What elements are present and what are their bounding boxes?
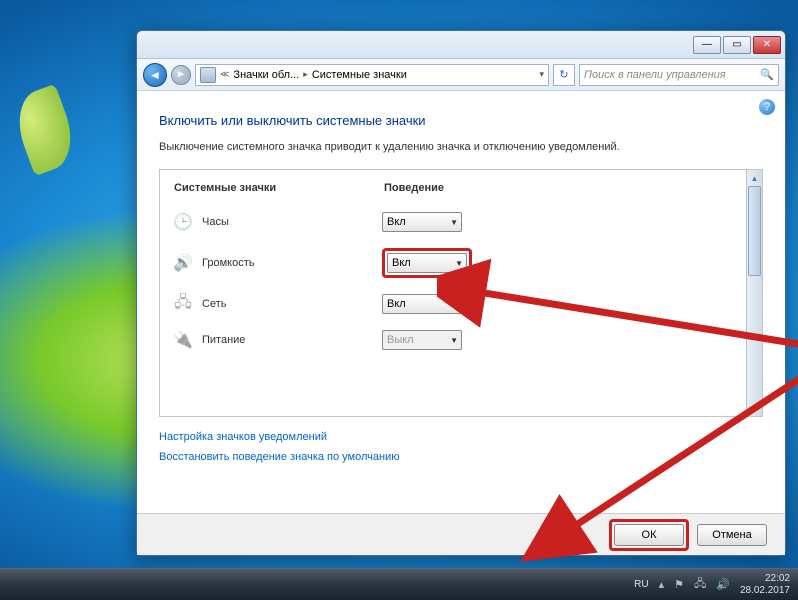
search-input[interactable]: Поиск в панели управления 🔍 [579, 64, 779, 86]
header-systemicons: Системные значки [174, 182, 384, 194]
label-clock: Часы [202, 216, 382, 228]
chevron-down-icon: ▼ [455, 259, 463, 268]
cursor-icon: ➤ [565, 534, 577, 551]
tray-chevron-icon[interactable]: ▴ [659, 578, 665, 591]
taskbar[interactable]: RU ▴ ⚑ 🖧 🔊 22:02 28.02.2017 [0, 568, 798, 600]
minimize-button[interactable]: — [693, 36, 721, 54]
combo-power: Выкл ▼ [382, 330, 462, 350]
monitor-icon [200, 67, 216, 83]
row-power: 🔌 Питание Выкл ▼ [174, 322, 732, 358]
search-icon: 🔍 [760, 68, 774, 81]
help-icon[interactable]: ? [759, 99, 775, 115]
icons-panel: Системные значки Поведение 🕒 Часы Вкл ▼ … [159, 169, 763, 417]
row-volume: 🔊 Громкость Вкл ▼ [174, 240, 732, 286]
scroll-thumb[interactable] [748, 186, 761, 276]
clock-icon: 🕒 [174, 213, 192, 231]
row-network: 🖧 Сеть Вкл ▼ [174, 286, 732, 322]
scrollbar[interactable]: ▲ ▼ [746, 170, 762, 416]
chevron-down-icon[interactable]: ▾ [539, 69, 544, 80]
close-button[interactable]: ✕ [753, 36, 781, 54]
header-behavior: Поведение [384, 182, 444, 194]
refresh-button[interactable]: ↻ [553, 64, 575, 86]
control-panel-window: — ▭ ✕ ◄ ► ≪ Значки обл... ▸ Системные зн… [136, 30, 786, 556]
link-customize[interactable]: Настройка значков уведомлений [159, 431, 763, 443]
search-placeholder: Поиск в панели управления [584, 69, 726, 81]
highlight-ok: ОК [609, 519, 689, 551]
network-icon: 🖧 [174, 295, 192, 313]
label-network: Сеть [202, 298, 382, 310]
content-area: ? Включить или выключить системные значк… [137, 91, 785, 513]
chevron-down-icon: ▼ [450, 336, 458, 345]
scroll-down-icon[interactable]: ▼ [747, 400, 762, 416]
table-header: Системные значки Поведение [174, 178, 732, 204]
combo-volume[interactable]: Вкл ▼ [387, 253, 467, 273]
language-indicator[interactable]: RU [634, 579, 648, 590]
scroll-up-icon[interactable]: ▲ [747, 170, 762, 186]
wallpaper-leaf [8, 84, 82, 176]
link-restore[interactable]: Восстановить поведение значка по умолчан… [159, 451, 763, 463]
combo-network[interactable]: Вкл ▼ [382, 294, 462, 314]
page-description: Выключение системного значка приводит к … [159, 140, 763, 155]
clock-time: 22:02 [740, 573, 790, 585]
nav-forward-button[interactable]: ► [171, 65, 191, 85]
volume-icon: 🔊 [174, 254, 192, 272]
breadcrumb[interactable]: ≪ Значки обл... ▸ Системные значки ▾ [195, 64, 549, 86]
maximize-button[interactable]: ▭ [723, 36, 751, 54]
ok-button[interactable]: ОК [614, 524, 684, 546]
label-volume: Громкость [202, 257, 382, 269]
navbar: ◄ ► ≪ Значки обл... ▸ Системные значки ▾… [137, 59, 785, 91]
breadcrumb-item[interactable]: Значки обл... [233, 69, 299, 81]
clock-date: 28.02.2017 [740, 585, 790, 597]
power-icon: 🔌 [174, 331, 192, 349]
page-title: Включить или выключить системные значки [159, 113, 763, 128]
taskbar-clock[interactable]: 22:02 28.02.2017 [740, 573, 790, 596]
volume-icon[interactable]: 🔊 [716, 578, 730, 591]
chevron-down-icon: ▼ [450, 218, 458, 227]
nav-back-button[interactable]: ◄ [143, 63, 167, 87]
cancel-button[interactable]: Отмена [697, 524, 767, 546]
chevron-right-icon: ≪ [220, 69, 229, 80]
row-clock: 🕒 Часы Вкл ▼ [174, 204, 732, 240]
dialog-footer: ОК Отмена ➤ [137, 513, 785, 555]
breadcrumb-item[interactable]: Системные значки [312, 69, 407, 81]
flag-icon[interactable]: ⚑ [674, 578, 684, 591]
chevron-right-icon: ▸ [303, 69, 308, 80]
network-icon[interactable]: 🖧 [694, 575, 706, 594]
chevron-down-icon: ▼ [450, 300, 458, 309]
links-section: Настройка значков уведомлений Восстанови… [159, 431, 763, 463]
combo-clock[interactable]: Вкл ▼ [382, 212, 462, 232]
titlebar: — ▭ ✕ [137, 31, 785, 59]
label-power: Питание [202, 334, 382, 346]
highlight-volume: Вкл ▼ [382, 248, 472, 278]
